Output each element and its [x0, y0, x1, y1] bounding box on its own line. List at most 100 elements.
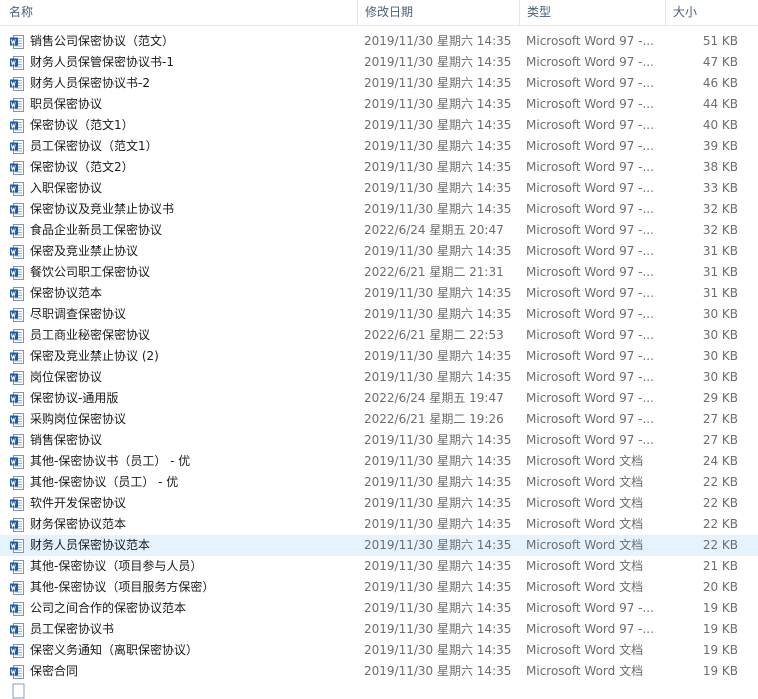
file-row[interactable]: 其他-保密协议（项目服务方保密） 2019/11/30 星期六 14:35 Micr… [0, 577, 758, 598]
file-size: 39 KB [702, 139, 738, 153]
word-document-icon [10, 203, 24, 217]
file-modified-date: 2019/11/30 星期六 14:35 [364, 475, 512, 489]
file-name: 员工保密协议（范文1） [30, 139, 158, 153]
file-row[interactable]: 其他-保密协议书（员工） - 优 2019/11/30 星期六 14:35 Micr… [0, 451, 758, 472]
file-type: Microsoft Word 文档 [526, 517, 644, 531]
file-row[interactable]: 餐饮公司职工保密协议 2022/6/21 星期二 21:31 Microsoft W… [0, 262, 758, 283]
file-name: 财务保密协议范本 [30, 517, 127, 531]
file-name: 保密协议范本 [30, 286, 103, 300]
file-size: 38 KB [702, 160, 738, 174]
file-name: 员工商业秘密保密协议 [30, 328, 151, 342]
word-document-icon [10, 98, 24, 112]
file-size: 27 KB [702, 433, 738, 447]
word-document-icon [10, 266, 24, 280]
file-row[interactable]: 员工商业秘密保密协议 2022/6/21 星期二 22:53 Microsoft W… [0, 325, 758, 346]
file-modified-date: 2019/11/30 星期六 14:35 [364, 643, 512, 657]
file-name: 保密义务通知（离职保密协议） [30, 643, 199, 657]
file-row[interactable]: 入职保密协议 2019/11/30 星期六 14:35 Microsoft Word… [0, 178, 758, 199]
file-row[interactable]: 采购岗位保密协议 2022/6/21 星期二 19:26 Microsoft Wor… [0, 409, 758, 430]
file-row[interactable]: 食品企业新员工保密协议 2022/6/24 星期五 20:47 Microsoft … [0, 220, 758, 241]
file-row[interactable]: 保密协议-通用版 2022/6/24 星期五 19:47 Microsoft Wor… [0, 388, 758, 409]
file-size: 19 KB [702, 601, 738, 615]
column-header-date[interactable]: 修改日期 [357, 0, 519, 25]
file-row[interactable]: 保密协议（范文2） 2019/11/30 星期六 14:35 Microsoft W… [0, 157, 758, 178]
file-row[interactable]: 销售公司保密协议（范文） 2019/11/30 星期六 14:35 Microsof… [0, 31, 758, 52]
file-name: 保密协议（范文2） [30, 160, 134, 174]
word-document-icon [10, 434, 24, 448]
file-modified-date: 2019/11/30 星期六 14:35 [364, 202, 512, 216]
file-size: 20 KB [702, 580, 738, 594]
file-type: Microsoft Word 文档 [526, 496, 644, 510]
file-row[interactable]: 尽职调查保密协议 2019/11/30 星期六 14:35 Microsoft Wo… [0, 304, 758, 325]
file-modified-date: 2019/11/30 星期六 14:35 [364, 34, 512, 48]
file-name: 财务人员保管保密协议书-1 [30, 55, 174, 69]
file-name: 公司之间合作的保密协议范本 [30, 601, 187, 615]
file-name: 保密协议（范文1） [30, 118, 134, 132]
file-type: Microsoft Word 97 -... [526, 601, 654, 615]
file-row[interactable]: 公司之间合作的保密协议范本 2019/11/30 星期六 14:35 Microso… [0, 598, 758, 619]
file-modified-date: 2019/11/30 星期六 14:35 [364, 55, 512, 69]
file-row[interactable]: 其他-保密协议（项目参与人员） 2019/11/30 星期六 14:35 Micro… [0, 556, 758, 577]
file-row[interactable]: 职员保密协议 2019/11/30 星期六 14:35 Microsoft Word… [0, 94, 758, 115]
file-name: 尽职调查保密协议 [30, 307, 127, 321]
column-header-name[interactable]: 名称 [0, 0, 357, 25]
file-row[interactable]: 员工保密协议书 2019/11/30 星期六 14:35 Microsoft Wor… [0, 619, 758, 640]
file-modified-date: 2019/11/30 星期六 14:35 [364, 538, 512, 552]
file-name: 采购岗位保密协议 [30, 412, 127, 426]
file-modified-date: 2019/11/30 星期六 14:35 [364, 76, 512, 90]
word-document-icon [10, 581, 24, 595]
file-name: 其他-保密协议（员工） - 优 [30, 475, 179, 489]
file-row[interactable]: 软件开发保密协议 2019/11/30 星期六 14:35 Microsoft Wo… [0, 493, 758, 514]
file-row[interactable]: 其他-保密协议（员工） - 优 2019/11/30 星期六 14:35 Micro… [0, 472, 758, 493]
file-name: 财务人员保密协议书-2 [30, 76, 150, 90]
file-size: 22 KB [702, 475, 738, 489]
file-modified-date: 2019/11/30 星期六 14:35 [364, 496, 512, 510]
column-header-type[interactable]: 类型 [519, 0, 665, 25]
partial-list-item[interactable] [0, 682, 758, 699]
column-header-size[interactable]: 大小 [665, 0, 745, 25]
file-row[interactable]: 财务人员保密协议范本 2019/11/30 星期六 14:35 Microsoft … [0, 535, 758, 556]
file-row[interactable]: 销售保密协议 2019/11/30 星期六 14:35 Microsoft Word… [0, 430, 758, 451]
word-document-icon [10, 224, 24, 238]
file-size: 19 KB [702, 643, 738, 657]
word-document-icon [10, 77, 24, 91]
file-name: 其他-保密协议（项目参与人员） [30, 559, 203, 573]
file-size: 47 KB [702, 55, 738, 69]
file-row[interactable]: 保密合同 2019/11/30 星期六 14:35 Microsoft Word 文… [0, 661, 758, 682]
file-name: 软件开发保密协议 [30, 496, 127, 510]
word-document-icon [10, 308, 24, 322]
file-type: Microsoft Word 97 -... [526, 139, 654, 153]
file-row[interactable]: 保密义务通知（离职保密协议） 2019/11/30 星期六 14:35 Micros… [0, 640, 758, 661]
file-row[interactable]: 保密协议及竞业禁止协议书 2019/11/30 星期六 14:35 Microsof… [0, 199, 758, 220]
file-name: 销售公司保密协议（范文） [30, 34, 175, 48]
file-modified-date: 2019/11/30 星期六 14:35 [364, 517, 512, 531]
file-name: 员工保密协议书 [30, 622, 115, 636]
file-size: 21 KB [702, 559, 738, 573]
file-modified-date: 2019/11/30 星期六 14:35 [364, 160, 512, 174]
file-name: 财务人员保密协议范本 [30, 538, 151, 552]
file-type: Microsoft Word 97 -... [526, 349, 654, 363]
word-document-icon [10, 35, 24, 49]
file-modified-date: 2019/11/30 星期六 14:35 [364, 286, 512, 300]
file-name: 入职保密协议 [30, 181, 103, 195]
file-modified-date: 2019/11/30 星期六 14:35 [364, 664, 512, 678]
file-type: Microsoft Word 文档 [526, 580, 644, 594]
file-row[interactable]: 财务人员保密协议书-2 2019/11/30 星期六 14:35 Microsoft… [0, 73, 758, 94]
file-row[interactable]: 保密协议范本 2019/11/30 星期六 14:35 Microsoft Word… [0, 283, 758, 304]
file-row[interactable]: 员工保密协议（范文1） 2019/11/30 星期六 14:35 Microsoft… [0, 136, 758, 157]
file-row[interactable]: 保密协议（范文1） 2019/11/30 星期六 14:35 Microsoft W… [0, 115, 758, 136]
file-row[interactable]: 财务保密协议范本 2019/11/30 星期六 14:35 Microsoft Wo… [0, 514, 758, 535]
file-modified-date: 2019/11/30 星期六 14:35 [364, 433, 512, 447]
file-row[interactable]: 财务人员保管保密协议书-1 2019/11/30 星期六 14:35 Microso… [0, 52, 758, 73]
file-size: 44 KB [702, 97, 738, 111]
file-row[interactable]: 保密及竞业禁止协议 2019/11/30 星期六 14:35 Microsoft W… [0, 241, 758, 262]
file-row[interactable]: 保密及竞业禁止协议 (2) 2019/11/30 星期六 14:35 Microso… [0, 346, 758, 367]
file-row[interactable]: 岗位保密协议 2019/11/30 星期六 14:35 Microsoft Word… [0, 367, 758, 388]
file-size: 19 KB [702, 664, 738, 678]
word-document-icon [10, 287, 24, 301]
file-size: 51 KB [702, 34, 738, 48]
file-name: 保密协议及竞业禁止协议书 [30, 202, 175, 216]
file-modified-date: 2019/11/30 星期六 14:35 [364, 622, 512, 636]
word-document-icon [10, 602, 24, 616]
sort-caret-icon: ⌃ [706, 0, 714, 7]
